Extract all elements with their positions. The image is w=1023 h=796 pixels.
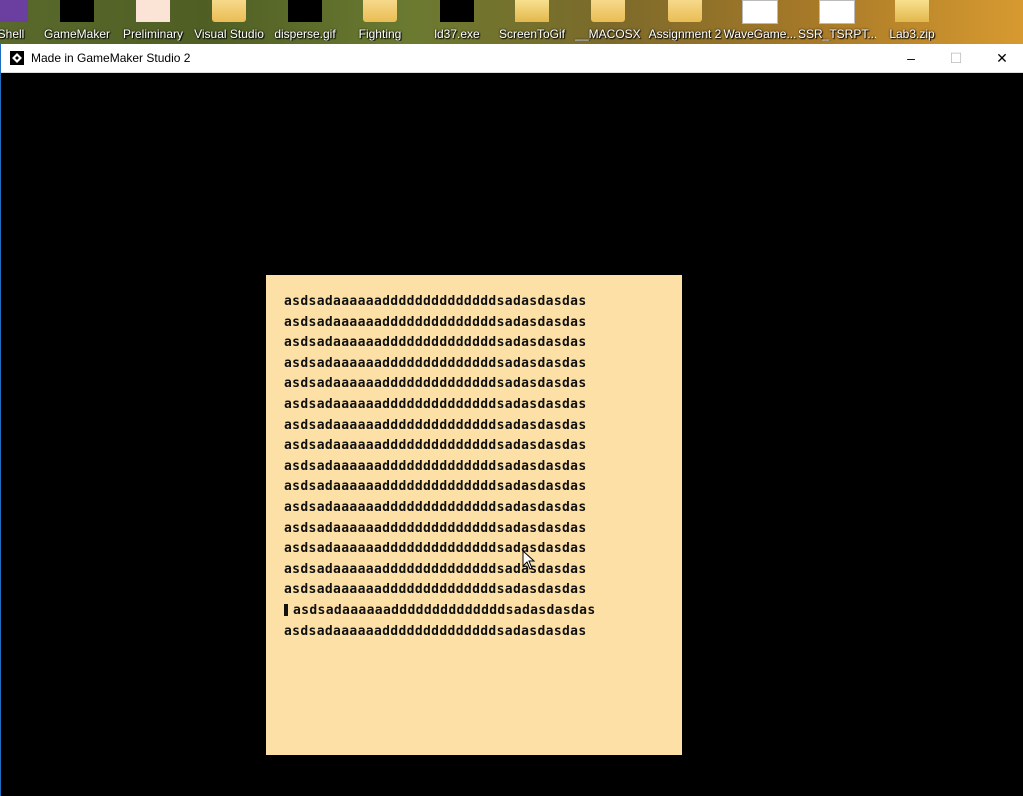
close-button[interactable]: ✕ — [979, 44, 1023, 72]
game-canvas[interactable]: asdsadaaaaaaddddddddddddddsadasdasdas asd… — [1, 73, 1023, 796]
gamemaker-app-icon — [10, 51, 24, 65]
desktop-icon-5[interactable]: Fighting — [341, 0, 419, 44]
text-line: asdsadaaaaaaddddddddddddddsadasdasdas — [284, 498, 596, 519]
desktop-icon-label: __MACOSX — [575, 27, 641, 41]
text-line-content: asdsadaaaaaaddddddddddddddsadasdasdas — [284, 335, 587, 351]
desktop-icon-3[interactable]: Visual Studio — [190, 0, 268, 44]
text-line-content: asdsadaaaaaaddddddddddddddsadasdasdas — [284, 294, 587, 309]
zip-icon — [895, 0, 929, 22]
desktop-icon-label: Fighting — [358, 27, 402, 41]
desktop-icon-label: Visual Studio — [194, 27, 264, 41]
desktop-icon-label: disperse.gif — [274, 27, 336, 41]
text-line-content: asdsadaaaaaaddddddddddddddsadasdasdas — [284, 314, 587, 330]
text-line: asdsadaaaaaaddddddddddddddsadasdasdas — [284, 580, 596, 601]
folder-icon — [212, 0, 246, 22]
text-line-content: asdsadaaaaaaddddddddddddddsadasdasdas — [284, 438, 587, 454]
desktop-icon-label: SSR_TSRPT... — [798, 27, 876, 41]
text-line-content: asdsadaaaaaaddddddddddddddsadasdasdas — [284, 376, 587, 392]
desktop-icon-4[interactable]: disperse.gif — [266, 0, 344, 44]
text-box: asdsadaaaaaaddddddddddddddsadasdasdas asd… — [266, 275, 682, 755]
text-line: asdsadaaaaaaddddddddddddddsadasdasdas — [284, 313, 596, 334]
text-line: asdsadaaaaaaddddddddddddddsadasdasdas — [284, 436, 596, 457]
window-title: Made in GameMaker Studio 2 — [31, 51, 191, 65]
text-line-content: asdsadaaaaaaddddddddddddddsadasdasdas — [284, 417, 587, 433]
desktop-icon-6[interactable]: ld37.exe — [418, 0, 496, 44]
text-line-content: asdsadaaaaaaddddddddddddddsadasdasdas — [284, 520, 587, 536]
desktop-icon-9[interactable]: Assignment 2 — [646, 0, 724, 44]
text-line-content: asdsadaaaaaaddddddddddddddsadasdasdas — [284, 582, 587, 598]
text-line: asdsadaaaaaaddddddddddddddsadasdasdas — [284, 333, 596, 354]
text-line: asdsadaaaaaaddddddddddddddsadasdasdas — [284, 519, 596, 540]
text-line: asdsadaaaaaaddddddddddddddsadasdasdas — [284, 416, 596, 437]
text-line: asdsadaaaaaaddddddddddddddsadasdasdas — [284, 622, 596, 643]
text-line: asdsadaaaaaaddddddddddddddsadasdasdas — [284, 601, 596, 622]
desktop-icon-label: ScreenToGif — [498, 27, 566, 41]
text-line: asdsadaaaaaaddddddddddddddsadasdasdas — [284, 374, 596, 395]
maximize-button[interactable]: ☐ — [933, 44, 979, 72]
text-lines: asdsadaaaaaaddddddddddddddsadasdasdas asd… — [284, 292, 596, 642]
text-line: asdsadaaaaaaddddddddddddddsadasdasdas — [284, 354, 596, 375]
desktop-icon-10[interactable]: WaveGame... — [721, 0, 799, 44]
desktop-icon-label: ld37.exe — [434, 27, 480, 41]
gamemaker-icon — [60, 0, 94, 22]
text-line-content: asdsadaaaaaaddddddddddddddsadasdasdas — [284, 458, 587, 474]
mouse-pointer-icon — [522, 550, 536, 570]
text-line: asdsadaaaaaaddddddddddddddsadasdasdas — [284, 292, 596, 313]
text-line-content: asdsadaaaaaaddddddddddddddsadasdasdas — [284, 355, 587, 371]
text-line-content: asdsadaaaaaaddddddddddddddsadasdasdas — [284, 396, 587, 412]
desktop-icon-7[interactable]: ScreenToGif — [493, 0, 571, 44]
desktop-icon-label: Preliminary — [122, 27, 183, 41]
desktop-icon-1[interactable]: GameMaker — [38, 0, 116, 44]
minimize-button[interactable]: – — [888, 44, 934, 72]
text-line-content: asdsadaaaaaaddddddddddddddsadasdasdas — [284, 541, 587, 557]
folder-icon — [668, 0, 702, 22]
text-line-content: asdsadaaaaaaddddddddddddddsadasdasdas — [293, 602, 596, 618]
pdf-icon — [819, 0, 855, 24]
text-line: asdsadaaaaaaddddddddddddddsadasdasdas — [284, 477, 596, 498]
desktop-icon-label: Lab3.zip — [889, 27, 935, 41]
gif-icon — [288, 0, 322, 22]
text-line: asdsadaaaaaaddddddddddddddsadasdasdas — [284, 457, 596, 478]
text-line-content: asdsadaaaaaaddddddddddddddsadasdasdas — [284, 623, 587, 639]
powerpoint-icon — [136, 0, 170, 22]
folder-icon — [591, 0, 625, 22]
desktop-icon-label: GameMaker — [43, 27, 111, 41]
desktop-icon-2[interactable]: Preliminary — [114, 0, 192, 44]
game-window: Made in GameMaker Studio 2 – ☐ ✕ asdsada… — [0, 44, 1023, 796]
desktop-icon-label: WaveGame... — [723, 27, 797, 41]
text-line-content: asdsadaaaaaaddddddddddddddsadasdasdas — [284, 479, 587, 495]
window-titlebar[interactable]: Made in GameMaker Studio 2 – ☐ ✕ — [1, 44, 1023, 73]
gamemaker-icon — [440, 0, 474, 22]
text-line: asdsadaaaaaaddddddddddddddsadasdasdas — [284, 395, 596, 416]
desktop-icon-label: Assignment 2 — [648, 27, 722, 41]
text-line-content: asdsadaaaaaaddddddddddddddsadasdasdas — [284, 499, 587, 515]
text-line: asdsadaaaaaaddddddddddddddsadasdasdas — [284, 539, 596, 560]
desktop-icon-12[interactable]: Lab3.zip — [873, 0, 951, 44]
desktop-icon-8[interactable]: __MACOSX — [569, 0, 647, 44]
text-caret-icon — [284, 604, 288, 617]
desktop-icon-strip: Shell GameMaker Preliminary Visual Studio di… — [0, 0, 1023, 44]
shield-shortcut-icon — [363, 0, 397, 22]
text-line: asdsadaaaaaaddddddddddddddsadasdasdas — [284, 560, 596, 581]
text-line-content: asdsadaaaaaaddddddddddddddsadasdasdas — [284, 561, 587, 577]
document-icon — [742, 0, 778, 24]
powershell-icon — [0, 0, 28, 22]
zip-icon — [515, 0, 549, 22]
desktop-icon-11[interactable]: SSR_TSRPT... — [798, 0, 876, 44]
